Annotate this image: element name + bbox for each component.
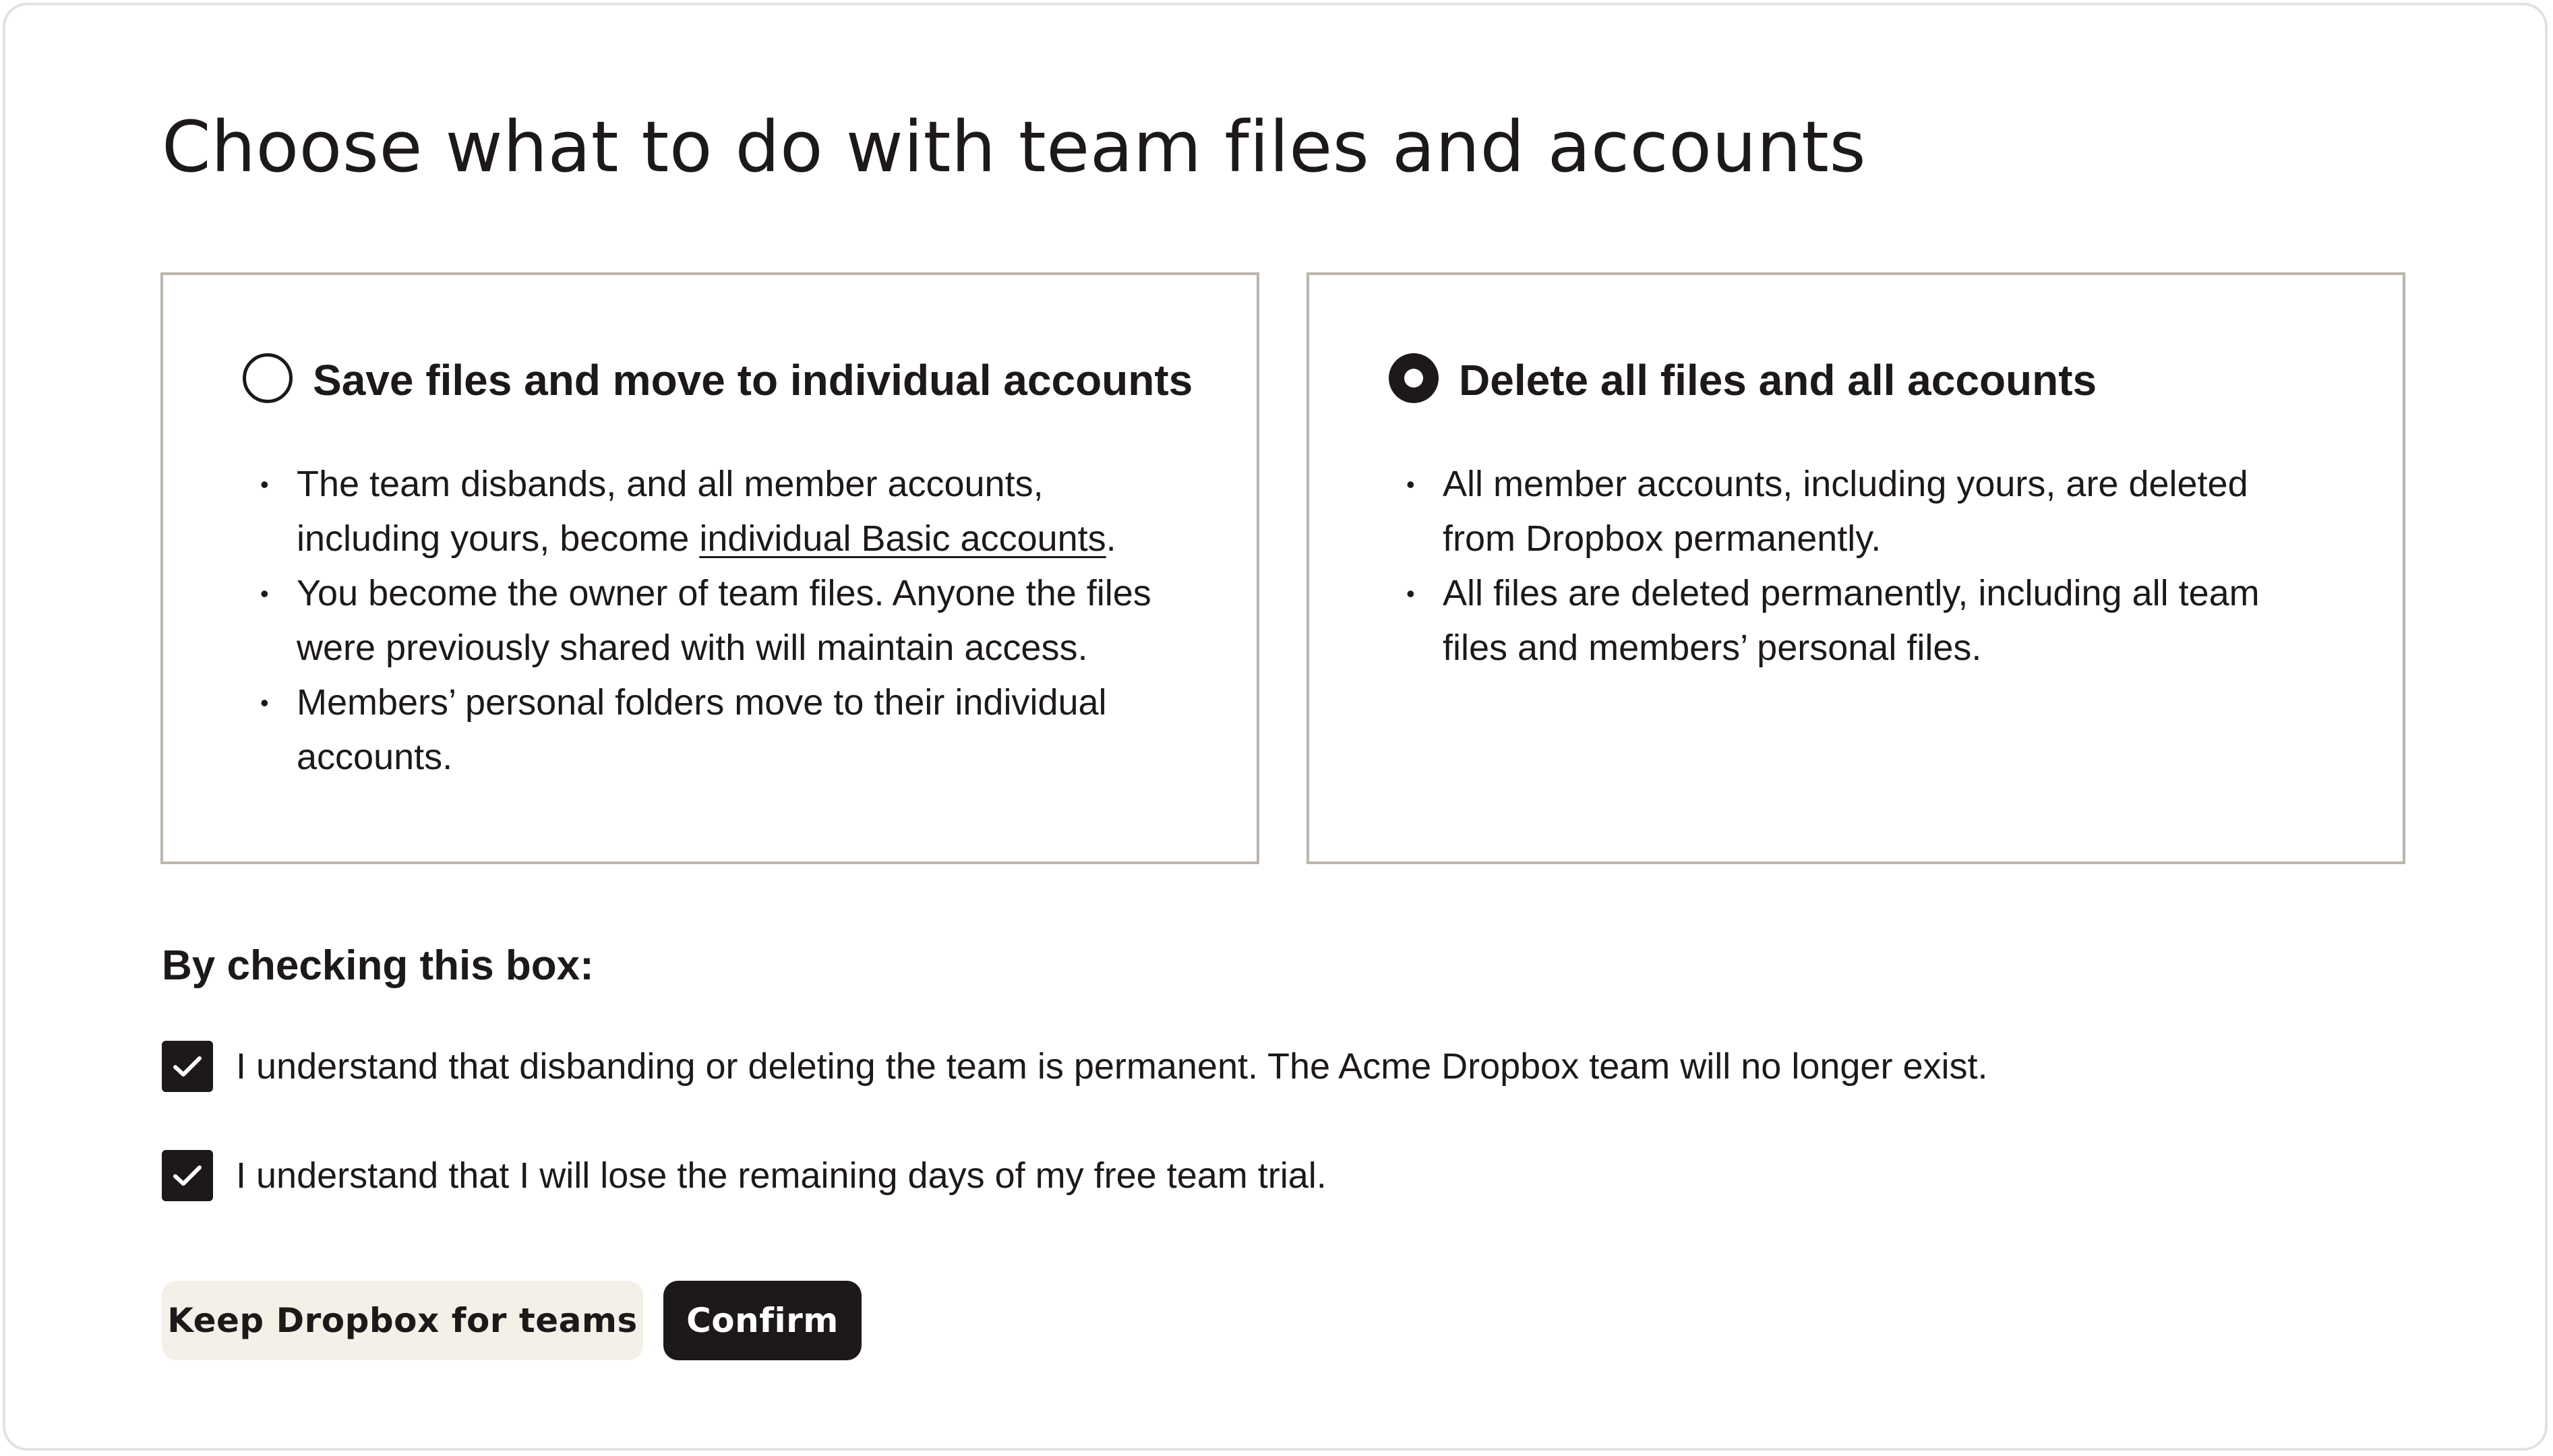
list-item: The team disbands, and all member accoun…: [260, 457, 1240, 566]
delete-all-bullet-list: All member accounts, including yours, ar…: [1406, 457, 2386, 675]
radio-selected-icon[interactable]: [1389, 353, 1439, 403]
agreement-label-permanent: I understand that disbanding or deleting…: [236, 1046, 1988, 1087]
dialog-frame: Choose what to do with team files and ac…: [3, 3, 2548, 1451]
check-icon: [173, 1056, 202, 1076]
option-title-delete-all: Delete all files and all accounts: [1459, 356, 2097, 404]
list-item: All files are deleted permanently, inclu…: [1406, 566, 2386, 675]
confirm-button[interactable]: Confirm: [663, 1281, 862, 1360]
keep-dropbox-button[interactable]: Keep Dropbox for teams: [162, 1281, 643, 1360]
agreement-label-trial: I understand that I will lose the remain…: [236, 1155, 1327, 1196]
option-card-save-files[interactable]: Save files and move to individual accoun…: [160, 272, 1259, 864]
option-title-save-files: Save files and move to individual accoun…: [313, 356, 1193, 404]
save-files-bullet-list: The team disbands, and all member accoun…: [260, 457, 1240, 785]
option-card-delete-all[interactable]: Delete all files and all accounts All me…: [1306, 272, 2405, 864]
individual-basic-accounts-link[interactable]: individual Basic accounts: [699, 518, 1106, 559]
agreement-checkbox-permanent[interactable]: [162, 1041, 213, 1092]
page-title: Choose what to do with team files and ac…: [162, 106, 1867, 188]
check-icon: [173, 1165, 202, 1186]
agreement-checkbox-row-permanent[interactable]: I understand that disbanding or deleting…: [162, 1041, 1988, 1092]
radio-unselected-icon[interactable]: [243, 353, 293, 403]
agreement-checkbox-trial[interactable]: [162, 1150, 213, 1201]
agreement-heading: By checking this box:: [162, 942, 594, 989]
agreement-checkbox-row-trial[interactable]: I understand that I will lose the remain…: [162, 1150, 1327, 1201]
list-item: All member accounts, including yours, ar…: [1406, 457, 2386, 566]
list-item: You become the owner of team files. Anyo…: [260, 566, 1240, 675]
list-item: Members’ personal folders move to their …: [260, 675, 1240, 785]
